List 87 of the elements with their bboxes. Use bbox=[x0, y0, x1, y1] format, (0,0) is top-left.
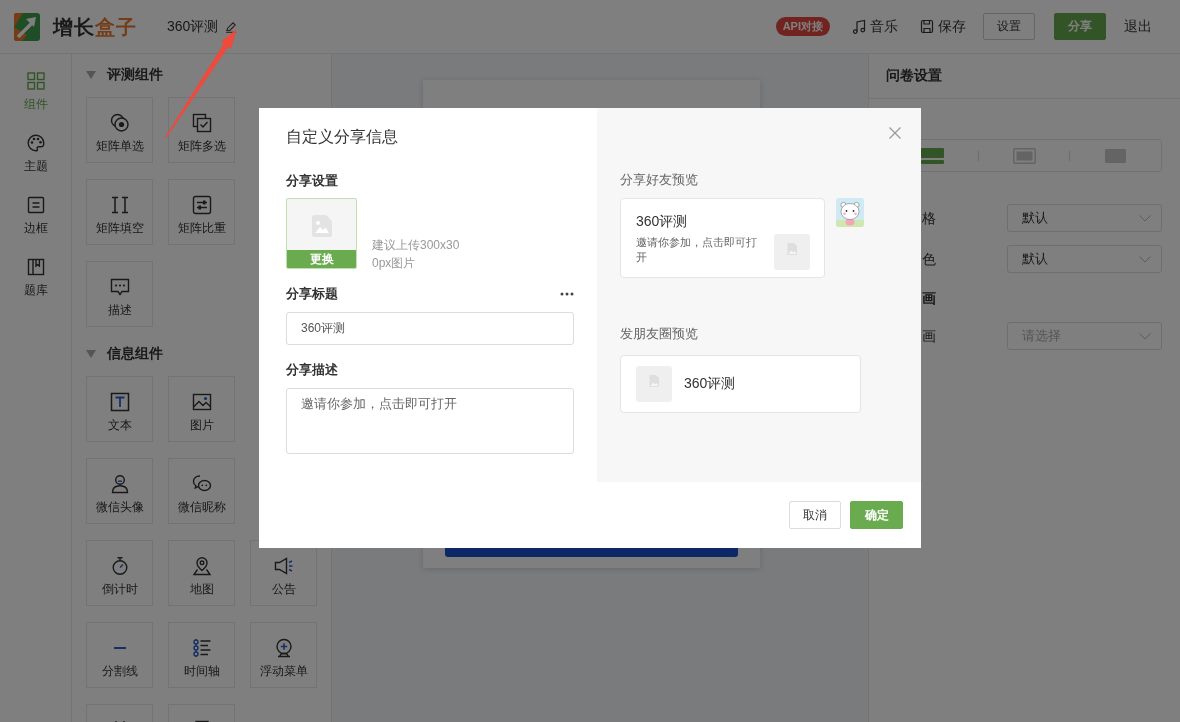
stopwatch-icon bbox=[109, 556, 130, 576]
field-label: 分享标题 bbox=[286, 285, 338, 303]
toolbar-button[interactable]: 音乐 bbox=[852, 17, 898, 36]
settings-button[interactable]: 设置 bbox=[983, 13, 1035, 40]
divider-icon bbox=[113, 647, 126, 649]
text-cursor-icon bbox=[109, 195, 130, 215]
text-icon bbox=[109, 392, 130, 412]
stacked-layout-icon[interactable] bbox=[920, 147, 944, 164]
pencil-icon[interactable] bbox=[225, 20, 238, 33]
caret-icon[interactable] bbox=[86, 350, 96, 358]
select-field[interactable]: 默认 bbox=[1007, 204, 1162, 232]
card-title: 360评测 bbox=[636, 212, 689, 231]
image-placeholder-icon bbox=[636, 366, 672, 402]
dialog-title: 自定义分享信息 bbox=[286, 127, 399, 147]
megaphone-icon bbox=[273, 556, 294, 576]
preview-label: 发朋友圈预览 bbox=[620, 326, 699, 342]
section-title: 信息组件 bbox=[107, 345, 163, 363]
caret-icon[interactable] bbox=[86, 71, 96, 79]
radio-icon bbox=[109, 113, 130, 133]
component-tile[interactable]: 地图 bbox=[168, 540, 235, 606]
field-label: 分享设置 bbox=[286, 172, 339, 190]
component-tile[interactable]: 浮动菜单 bbox=[250, 622, 317, 688]
close-icon[interactable] bbox=[889, 127, 901, 139]
sidebar-item[interactable]: 主题 bbox=[23, 134, 48, 174]
component-tile[interactable]: 倒计时 bbox=[86, 540, 153, 606]
music-note-icon bbox=[852, 19, 866, 34]
component-tile[interactable]: 矩阵填空 bbox=[86, 179, 153, 245]
image-placeholder-icon bbox=[311, 215, 332, 237]
select-field[interactable]: 默认 bbox=[1007, 245, 1162, 273]
field-label: 分享描述 bbox=[286, 361, 338, 379]
change-image-button[interactable]: 更换 bbox=[287, 250, 356, 268]
checkbox-icon bbox=[191, 113, 212, 133]
image-placeholder-icon bbox=[774, 234, 810, 270]
component-tile[interactable]: 文本 bbox=[86, 376, 153, 442]
cancel-button[interactable]: 取消 bbox=[789, 501, 841, 529]
component-tile[interactable]: 矩阵比重 bbox=[168, 179, 235, 245]
framed-layout-icon[interactable] bbox=[1012, 147, 1036, 164]
component-tile[interactable]: 分割线 bbox=[86, 622, 153, 688]
bookmark-icon bbox=[26, 258, 45, 276]
chat-icon bbox=[191, 474, 212, 494]
component-tile[interactable]: 微信昵称 bbox=[168, 458, 235, 524]
plus-circle-icon bbox=[273, 638, 294, 658]
api-badge[interactable]: API对接 bbox=[775, 17, 830, 36]
more-icon[interactable] bbox=[560, 292, 574, 296]
confirm-button[interactable]: 确定 bbox=[850, 501, 903, 529]
card-title: 360评测 bbox=[684, 375, 736, 393]
section-title: 评测组件 bbox=[107, 66, 163, 84]
sliders-icon bbox=[191, 195, 212, 215]
component-tile[interactable]: 矩阵单选 bbox=[86, 97, 153, 163]
component-tile[interactable]: 公告 bbox=[250, 540, 317, 606]
chevron-down-icon bbox=[1139, 214, 1151, 222]
grid-icon bbox=[26, 72, 45, 90]
field-label: 格 bbox=[921, 209, 937, 228]
field-label: 画 bbox=[921, 327, 937, 346]
component-tile[interactable]: 矩阵多选 bbox=[168, 97, 235, 163]
map-pin-icon bbox=[191, 556, 212, 576]
card-description: 邀请你参加，点击即可打开 bbox=[636, 235, 758, 265]
title-input[interactable]: 360评测 bbox=[286, 312, 574, 345]
solid-layout-icon[interactable] bbox=[1104, 147, 1128, 164]
field-label: 色 bbox=[921, 250, 937, 269]
comment-icon bbox=[109, 277, 130, 297]
upload-hint: 建议上传300x300px图片 bbox=[372, 237, 461, 272]
avatar-icon bbox=[836, 198, 864, 227]
panel-title: 问卷设置 bbox=[886, 67, 942, 85]
image-upload[interactable]: 更换 bbox=[286, 198, 357, 269]
toolbar-button[interactable]: 保存 bbox=[920, 17, 966, 36]
component-tile[interactable]: 时间轴 bbox=[168, 622, 235, 688]
chevron-down-icon bbox=[1139, 255, 1151, 263]
logo-icon bbox=[14, 12, 40, 41]
image-icon bbox=[191, 392, 212, 412]
list-box-icon bbox=[26, 196, 45, 214]
sidebar-item[interactable]: 题库 bbox=[23, 258, 48, 298]
user-icon bbox=[109, 474, 130, 494]
component-tile[interactable]: 微信头像 bbox=[86, 458, 153, 524]
document-title: 360评测 bbox=[167, 17, 219, 36]
save-icon bbox=[920, 19, 934, 34]
description-field[interactable]: 邀请你参加，点击即可打开 bbox=[286, 388, 574, 454]
exit-link[interactable]: 退出 bbox=[1118, 13, 1158, 40]
section-heading: 画 bbox=[922, 290, 936, 308]
chevron-down-icon bbox=[1139, 332, 1151, 340]
component-tile[interactable]: 描述 bbox=[86, 261, 153, 327]
logo-text: 增长盒子 bbox=[53, 14, 137, 40]
preview-label: 分享好友预览 bbox=[620, 172, 699, 188]
component-tile[interactable]: 图片 bbox=[168, 376, 235, 442]
palette-icon bbox=[26, 134, 45, 152]
sidebar-item[interactable]: 边框 bbox=[23, 196, 48, 236]
timeline-icon bbox=[191, 638, 212, 658]
